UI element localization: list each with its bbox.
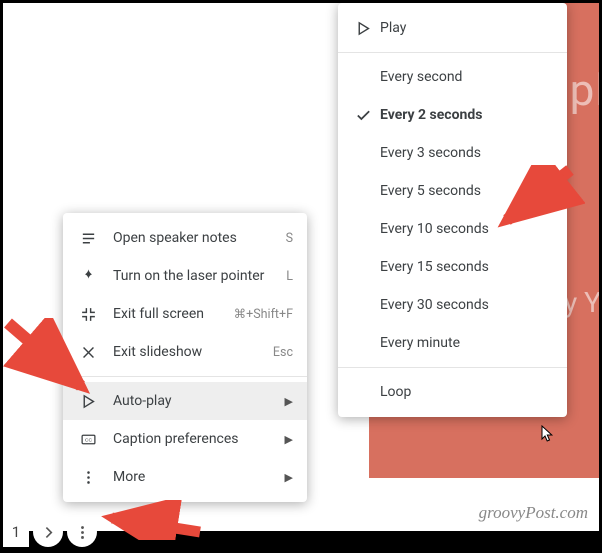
interval-label: Every minute bbox=[380, 335, 460, 351]
interval-label: Every 15 seconds bbox=[380, 259, 489, 275]
menu-label: Open speaker notes bbox=[113, 230, 278, 246]
interval-every-30-seconds[interactable]: Every 30 seconds bbox=[338, 286, 567, 324]
interval-every-10-seconds[interactable]: Every 10 seconds bbox=[338, 210, 567, 248]
interval-every-second[interactable]: Every second bbox=[338, 58, 567, 96]
play-icon bbox=[77, 393, 99, 410]
play-icon bbox=[352, 20, 374, 37]
interval-every-minute[interactable]: Every minute bbox=[338, 324, 567, 362]
notes-icon bbox=[77, 230, 99, 247]
more-icon bbox=[77, 469, 99, 486]
interval-label: Every 10 seconds bbox=[380, 221, 489, 237]
interval-every-5-seconds[interactable]: Every 5 seconds bbox=[338, 172, 567, 210]
svg-text:CC: CC bbox=[84, 437, 92, 443]
more-vertical-icon bbox=[74, 524, 91, 541]
menu-label: Exit full screen bbox=[113, 306, 226, 322]
submenu-play[interactable]: Play bbox=[338, 9, 567, 47]
chevron-right-icon bbox=[40, 524, 57, 541]
interval-label: Every 5 seconds bbox=[380, 183, 481, 199]
page-controls: 1 bbox=[3, 517, 97, 547]
submenu-arrow-icon: ▶ bbox=[285, 395, 293, 408]
submenu-arrow-icon: ▶ bbox=[285, 471, 293, 484]
interval-every-15-seconds[interactable]: Every 15 seconds bbox=[338, 248, 567, 286]
exit-fullscreen-icon bbox=[77, 306, 99, 323]
close-icon bbox=[77, 344, 99, 361]
submenu-loop[interactable]: Loop bbox=[338, 373, 567, 411]
menu-open-speaker-notes[interactable]: Open speaker notes S bbox=[63, 219, 307, 257]
menu-label: Turn on the laser pointer bbox=[113, 268, 278, 284]
interval-every-3-seconds[interactable]: Every 3 seconds bbox=[338, 134, 567, 172]
interval-label: Every 2 seconds bbox=[380, 107, 482, 123]
check-icon bbox=[352, 107, 374, 124]
next-slide-button[interactable] bbox=[33, 517, 63, 547]
menu-auto-play[interactable]: Auto-play ▶ bbox=[63, 382, 307, 420]
menu-more[interactable]: More ▶ bbox=[63, 458, 307, 496]
submenu-play-label: Play bbox=[380, 20, 406, 36]
shortcut: L bbox=[286, 269, 293, 284]
pointer-icon bbox=[77, 268, 99, 285]
interval-every-2-seconds[interactable]: Every 2 seconds bbox=[338, 96, 567, 134]
submenu-arrow-icon: ▶ bbox=[285, 433, 293, 446]
cursor-icon bbox=[540, 425, 558, 449]
interval-label: Every second bbox=[380, 69, 462, 85]
watermark: groovyPost.com bbox=[479, 503, 588, 523]
options-menu: Open speaker notes S Turn on the laser p… bbox=[63, 213, 307, 502]
interval-label: Every 30 seconds bbox=[380, 297, 489, 313]
cc-icon: CC bbox=[77, 431, 99, 448]
shortcut: S bbox=[286, 231, 293, 246]
autoplay-submenu: Play Every second Every 2 seconds Every … bbox=[338, 3, 567, 417]
page-number[interactable]: 1 bbox=[3, 517, 29, 547]
menu-label: Auto-play bbox=[113, 393, 277, 409]
interval-label: Every 3 seconds bbox=[380, 145, 481, 161]
divider bbox=[338, 52, 567, 53]
menu-caption-preferences[interactable]: CC Caption preferences ▶ bbox=[63, 420, 307, 458]
menu-label: More bbox=[113, 469, 277, 485]
divider bbox=[338, 367, 567, 368]
more-options-button[interactable] bbox=[67, 517, 97, 547]
divider bbox=[63, 376, 307, 377]
shortcut: ⌘+Shift+F bbox=[234, 306, 293, 322]
menu-laser-pointer[interactable]: Turn on the laser pointer L bbox=[63, 257, 307, 295]
menu-label: Exit slideshow bbox=[113, 344, 265, 360]
menu-exit-slideshow[interactable]: Exit slideshow Esc bbox=[63, 333, 307, 371]
menu-exit-fullscreen[interactable]: Exit full screen ⌘+Shift+F bbox=[63, 295, 307, 333]
submenu-loop-label: Loop bbox=[380, 384, 411, 400]
menu-label: Caption preferences bbox=[113, 431, 277, 447]
shortcut: Esc bbox=[273, 345, 293, 360]
